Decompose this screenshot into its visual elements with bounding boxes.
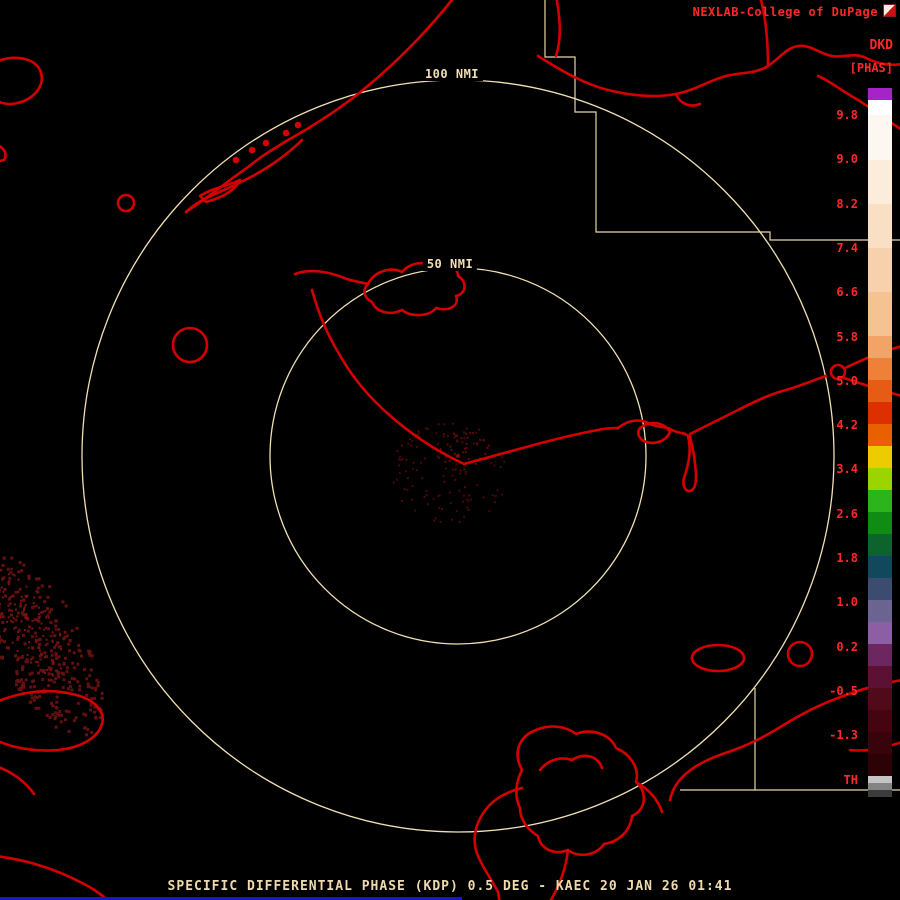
- colorbar-tick-label: TH: [843, 772, 858, 787]
- peninsula-bottomleft: [0, 689, 104, 752]
- cod-logo-icon: [883, 4, 896, 17]
- radar-site-marker: [456, 454, 460, 458]
- river-topright: [536, 44, 900, 98]
- colorbar-segment: [868, 88, 892, 100]
- site-title: NEXLAB-College of DuPage: [692, 5, 878, 19]
- colorbar-segment: [868, 336, 892, 358]
- lake-outline-round: [171, 326, 209, 364]
- colorbar-tick-label: 1.8: [836, 551, 858, 565]
- colorbar-segment: [868, 358, 892, 380]
- colorbar-segment: [868, 468, 892, 490]
- colorbar-segment: [868, 160, 892, 204]
- colorbar-segment: [868, 512, 892, 534]
- colorbar-tick-label: -0.5: [829, 683, 858, 698]
- radar-echoes: [0, 422, 506, 737]
- colorbar-segment: [868, 783, 892, 790]
- colorbar-segment: [868, 710, 892, 732]
- radar-map-canvas: [0, 0, 900, 900]
- range-label-50nmi: 50 NMI: [422, 257, 478, 271]
- range-label-100nmi: 100 NMI: [420, 67, 484, 81]
- colorbar-segment: [868, 100, 892, 115]
- colorbar-tick-label: 8.2: [836, 196, 858, 211]
- colorbar-tick-label: 3.4: [836, 462, 858, 477]
- colorbar-segment: [868, 292, 892, 336]
- colorbar-segment: [868, 446, 892, 468]
- colorbar-segment: [868, 402, 892, 424]
- colorbar-segment: [868, 556, 892, 578]
- colorbar-segment: [868, 754, 892, 776]
- colorbar-segment: [868, 644, 892, 666]
- colorbar-tick-label: -1.3: [829, 728, 858, 743]
- product-code: DKD: [869, 38, 893, 53]
- island-topleft: [0, 56, 43, 106]
- colorbar-tick-label: 2.6: [836, 506, 858, 521]
- lake-circle-right: [786, 640, 814, 668]
- colorbar-segment: [868, 534, 892, 556]
- colorbar-segment: [868, 380, 892, 402]
- colorbar-segment: [868, 776, 892, 783]
- colorbar-segment: [868, 732, 892, 754]
- colorbar-segment: [868, 578, 892, 600]
- product-caption: SPECIFIC DIFFERENTIAL PHASE (KDP) 0.5 DE…: [167, 879, 733, 894]
- coastline-east: [688, 374, 828, 436]
- lake-outline-small: [116, 193, 136, 213]
- colorbar-tick-label: 5.0: [836, 373, 858, 388]
- lake-oval: [690, 643, 746, 673]
- colorbar: [868, 88, 892, 797]
- units-label: [PHAS]: [849, 61, 893, 75]
- colorbar-tick-label: 1.0: [836, 595, 858, 610]
- colorbar-segment: [868, 204, 892, 248]
- colorbar-segment: [868, 248, 892, 292]
- colorbar-segment: [868, 600, 892, 622]
- colorbar-segment: [868, 790, 892, 797]
- map-outlines: [0, 0, 900, 900]
- colorbar-segment: [868, 688, 892, 710]
- colorbar-segment: [868, 115, 892, 160]
- colorbar-tick-label: 7.4: [836, 240, 858, 255]
- radar-display: 100 NMI 50 NMI NEXLAB-College of DuPage …: [0, 0, 900, 900]
- colorbar-tick-label: 4.2: [836, 418, 858, 433]
- colorbar-segment: [868, 490, 892, 512]
- colorbar-tick-label: 9.0: [836, 152, 858, 167]
- colorbar-segment: [868, 666, 892, 688]
- colorbar-tick-label: 5.8: [836, 329, 858, 344]
- colorbar-tick-label: 0.2: [836, 639, 858, 654]
- colorbar-segment: [868, 424, 892, 446]
- colorbar-tick-label: 6.6: [836, 285, 858, 300]
- lake-bottom-center: [515, 725, 646, 857]
- colorbar-segment: [868, 622, 892, 644]
- colorbar-tick-label: 9.8: [836, 108, 858, 122]
